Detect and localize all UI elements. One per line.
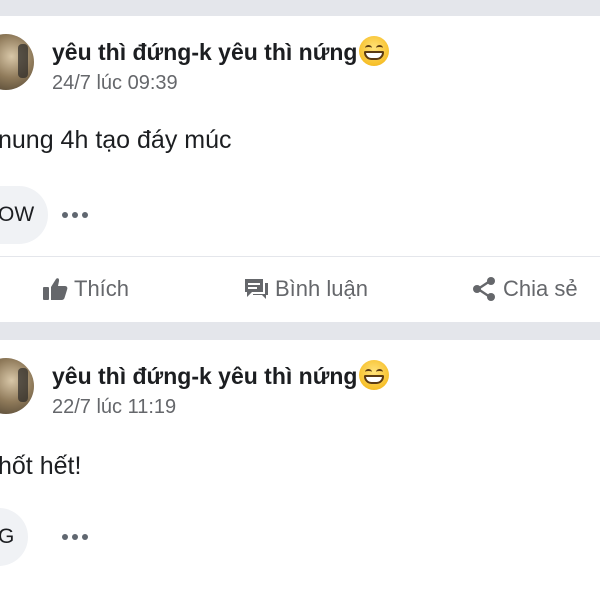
grinning-face-emoji-icon [359, 360, 390, 390]
thumbs-up-icon [43, 278, 68, 300]
author-name-text: yêu thì đứng-k yêu thì nứng [52, 363, 358, 389]
share-label: Chia sẻ [503, 276, 578, 301]
post-text: hốt hết! [0, 452, 82, 480]
feed-separator [0, 322, 600, 340]
post-text: nung 4h tạo đáy múc [0, 126, 232, 154]
avatar[interactable] [0, 358, 34, 414]
author-name[interactable]: yêu thì đứng-k yêu thì nứng [52, 360, 390, 390]
share-icon [473, 277, 495, 301]
feed-post: yêu thì đứng-k yêu thì nứng 24/7 lúc 09:… [0, 16, 600, 322]
comment-icon [245, 279, 268, 299]
author-name-text: yêu thì đứng-k yêu thì nứng [52, 39, 358, 65]
feed-post: yêu thì đứng-k yêu thì nứng 22/7 lúc 11:… [0, 340, 600, 600]
share-button[interactable]: Chia sẻ [471, 260, 578, 318]
more-options-icon[interactable] [62, 206, 88, 224]
more-options-icon[interactable] [62, 528, 88, 546]
action-bar: Thích Bình luận Chia sẻ [0, 260, 600, 318]
post-timestamp[interactable]: 22/7 lúc 11:19 [52, 396, 176, 419]
like-button[interactable]: Thích [42, 260, 129, 318]
reaction-button[interactable]: OW [0, 186, 49, 244]
comment-label: Bình luận [275, 276, 368, 301]
reaction-button[interactable]: G [0, 508, 29, 566]
author-name[interactable]: yêu thì đứng-k yêu thì nứng [52, 36, 390, 66]
post-timestamp[interactable]: 24/7 lúc 09:39 [52, 72, 178, 95]
avatar[interactable] [0, 34, 34, 90]
action-divider [0, 256, 600, 257]
like-label: Thích [74, 276, 130, 301]
grinning-face-emoji-icon [359, 36, 390, 66]
feed-separator [0, 0, 600, 16]
comment-button[interactable]: Bình luận [243, 260, 368, 318]
